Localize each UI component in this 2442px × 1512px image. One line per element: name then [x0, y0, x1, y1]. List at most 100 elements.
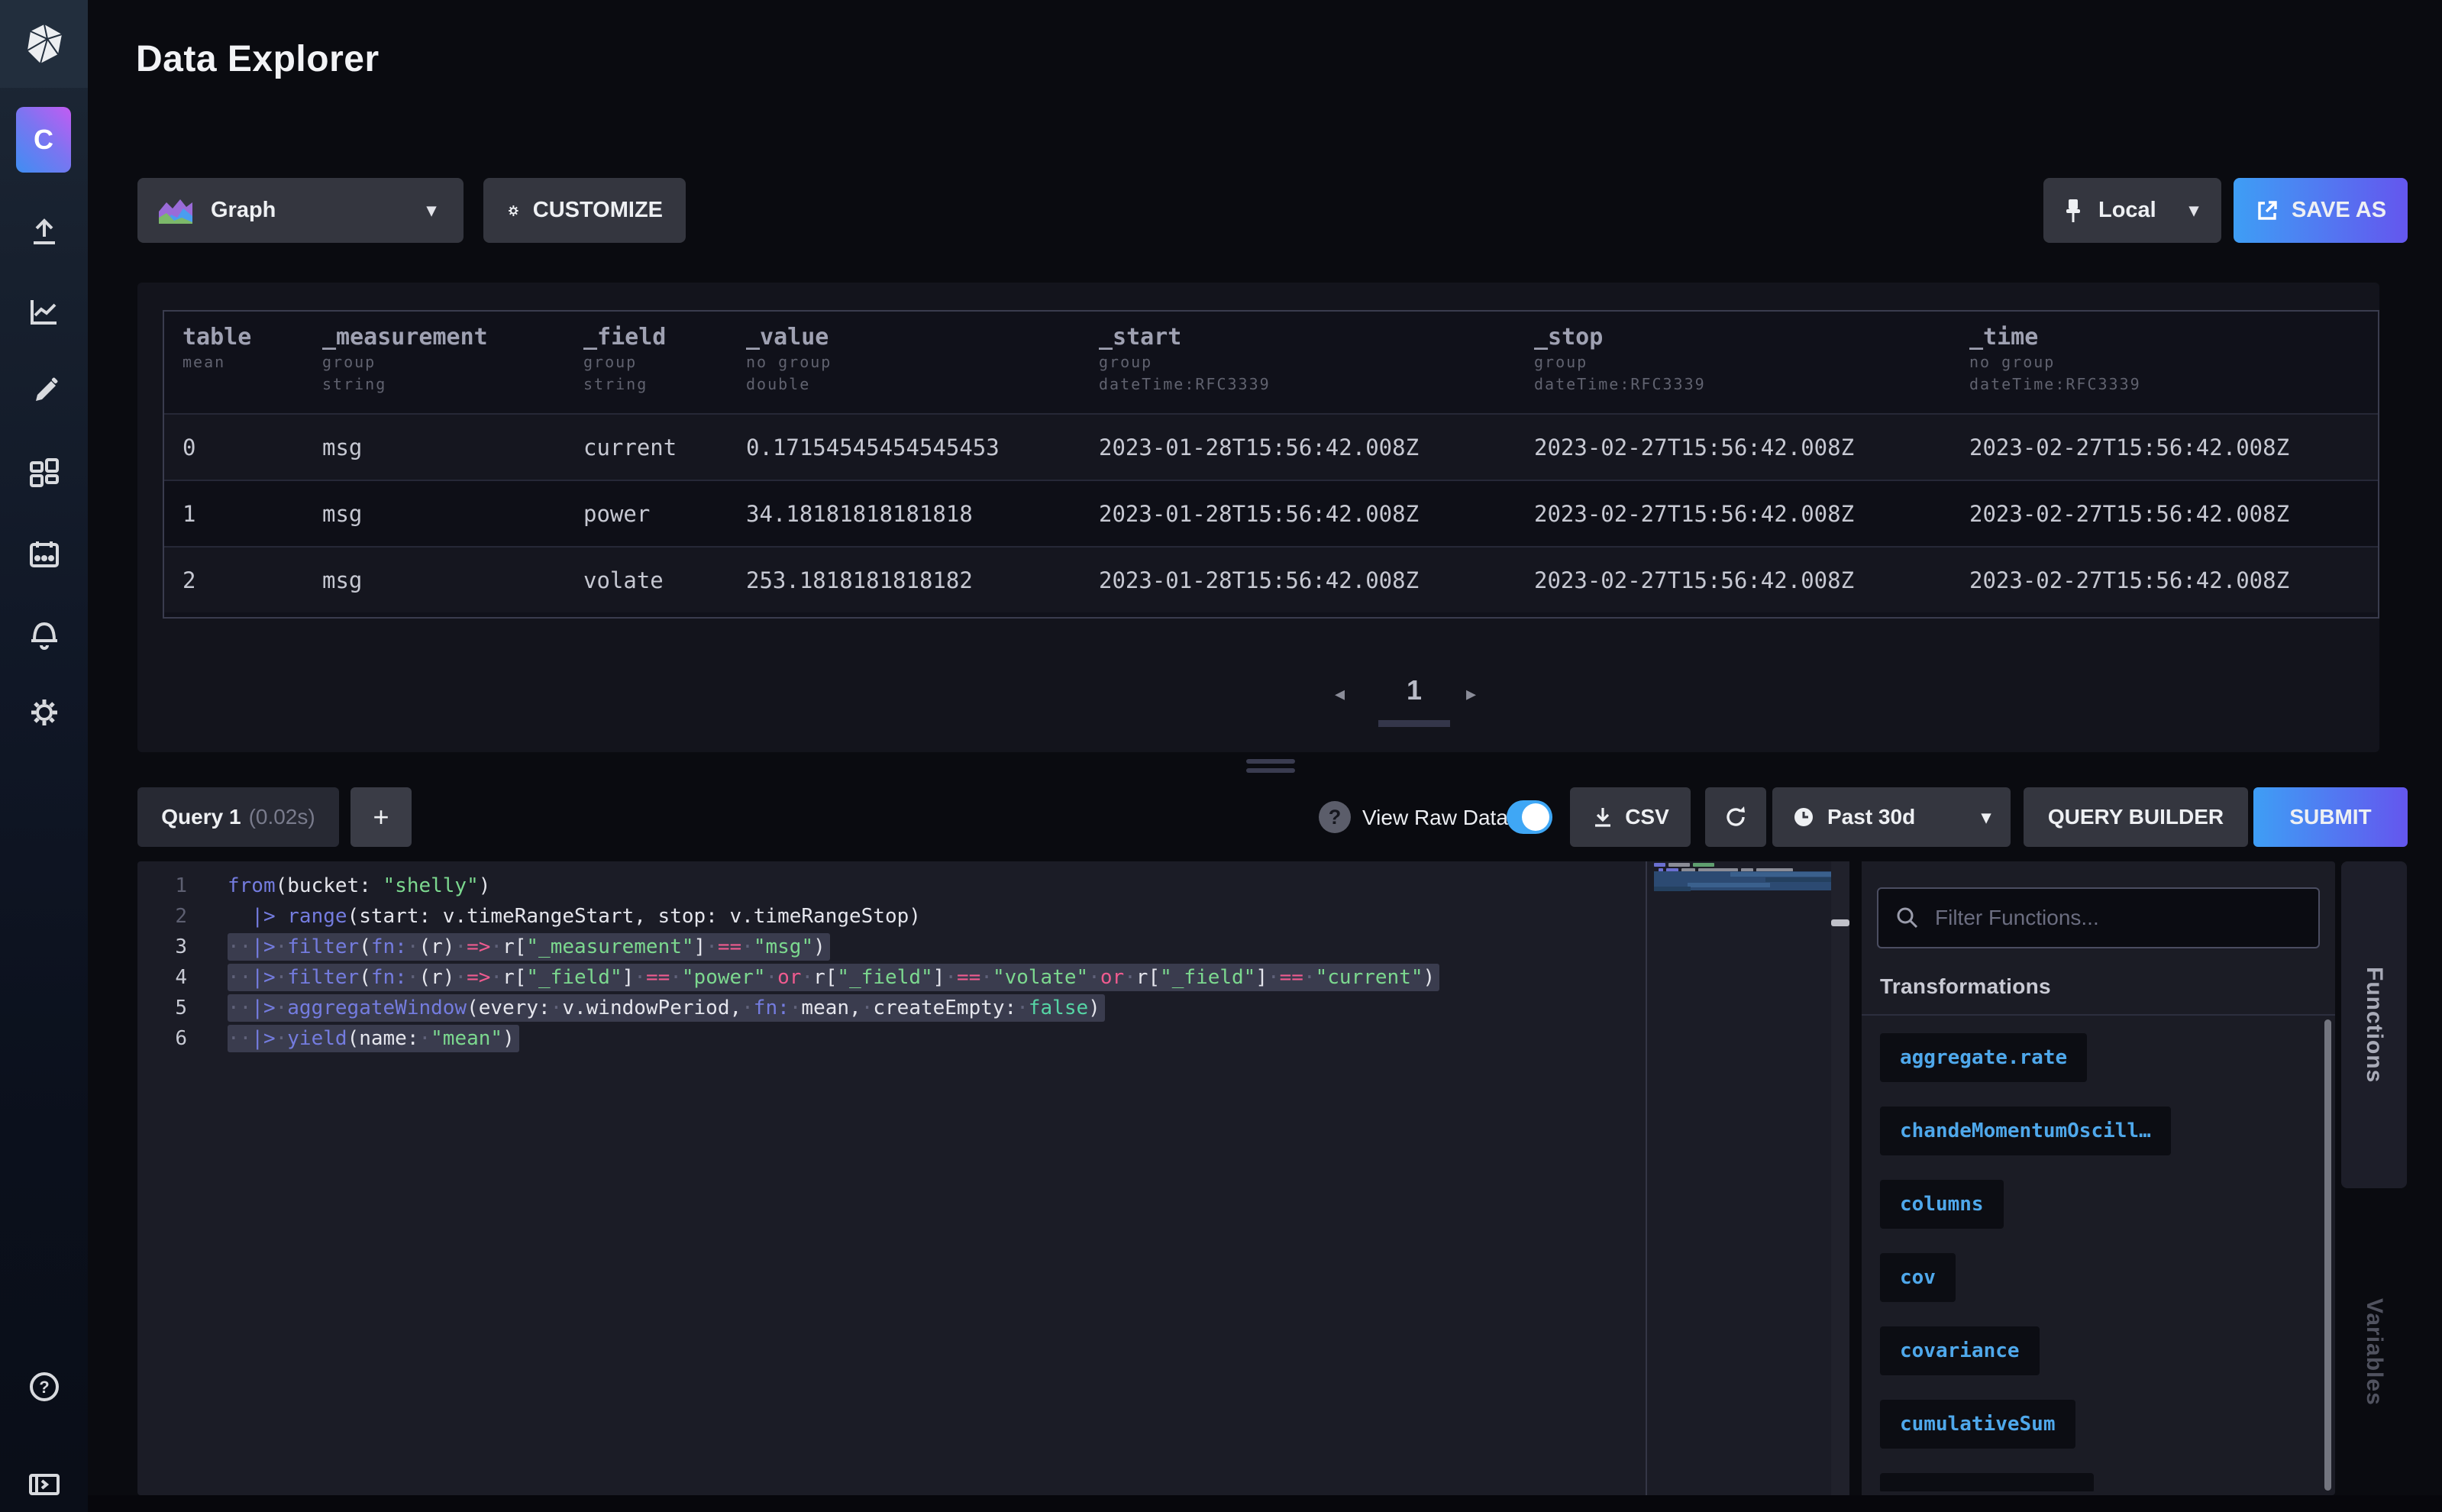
- table-column-header: _startgroupdateTime:RFC3339: [1099, 324, 1534, 413]
- sidebar-nav: C: [0, 0, 88, 1512]
- sidebar-item-console[interactable]: [0, 1460, 88, 1509]
- time-zone-dropdown[interactable]: Local ▾: [2043, 178, 2221, 243]
- table-cell: 253.1818181818182: [746, 567, 1099, 593]
- save-as-button[interactable]: SAVE AS: [2234, 178, 2408, 243]
- download-icon: [1591, 806, 1614, 829]
- graphs-icon: [27, 294, 62, 329]
- table-cell: 2023-02-27T15:56:42.008Z: [1534, 501, 1969, 527]
- visualization-type-dropdown[interactable]: Graph ▾: [137, 178, 464, 243]
- page-prev-button[interactable]: ◂: [1335, 682, 1345, 706]
- sidebar-item-tasks[interactable]: [0, 530, 88, 579]
- submit-button[interactable]: SUBMIT: [2253, 787, 2408, 847]
- function-chip[interactable]: aggregate.rate: [1880, 1033, 2087, 1082]
- refresh-button[interactable]: [1705, 787, 1766, 847]
- time-zone-label: Local: [2098, 198, 2156, 223]
- table-cell: 2023-02-27T15:56:42.008Z: [1534, 435, 1969, 460]
- table-column-header: _timeno groupdateTime:RFC3339: [1969, 324, 2378, 413]
- table-row: 1msgpower34.181818181818182023-01-28T15:…: [164, 480, 2378, 546]
- sidebar-item-data-explorer[interactable]: [0, 287, 88, 336]
- sidebar-item-settings[interactable]: [0, 688, 88, 737]
- function-chip-partial[interactable]: [1880, 1473, 2094, 1491]
- section-divider: [1862, 1014, 2335, 1016]
- editor-gutter: 123456: [141, 871, 187, 1054]
- query-tab-label: Query 1: [161, 805, 241, 829]
- panel-resize-handle[interactable]: [1246, 759, 1295, 764]
- table-row: 2msgvolate253.18181818181822023-01-28T15…: [164, 546, 2378, 612]
- table-column-header: _measurementgroupstring: [322, 324, 583, 413]
- tab-functions[interactable]: Functions: [2341, 861, 2407, 1188]
- table-cell: msg: [322, 435, 583, 460]
- export-icon: [2255, 199, 2279, 223]
- svg-text:?: ?: [39, 1378, 49, 1397]
- org-avatar[interactable]: C: [16, 107, 71, 173]
- page-number: 1: [1374, 674, 1454, 706]
- flux-code-editor[interactable]: 123456 from(bucket: "shelly") |> range(s…: [137, 861, 1831, 1495]
- table-cell: 2: [183, 567, 322, 593]
- view-raw-data-toggle[interactable]: [1507, 800, 1552, 834]
- function-chip[interactable]: covariance: [1880, 1326, 2040, 1375]
- code-line: |> range(start: v.timeRangeStart, stop: …: [228, 901, 1439, 932]
- download-csv-button[interactable]: CSV: [1570, 787, 1691, 847]
- functions-scrollbar[interactable]: [2324, 1019, 2331, 1491]
- panel-resize-handle[interactable]: [1246, 768, 1295, 773]
- function-chip[interactable]: chandeMomentumOscill…: [1880, 1107, 2171, 1155]
- visualization-type-label: Graph: [211, 198, 276, 223]
- table-pagination: ◂ 1 ▸: [137, 668, 2379, 737]
- function-chip[interactable]: cumulativeSum: [1880, 1400, 2075, 1449]
- functions-panel: Transformations aggregate.rate chandeMome…: [1862, 861, 2335, 1495]
- dashboards-icon: [27, 455, 62, 490]
- search-icon: [1895, 906, 1920, 930]
- table-cell: 2023-01-28T15:56:42.008Z: [1099, 435, 1534, 460]
- page-indicator-bar: [1378, 720, 1450, 727]
- table-column-header: tablemean: [183, 324, 322, 413]
- sidebar-item-notebooks[interactable]: [0, 368, 88, 417]
- table-body: 0msgcurrent0.171545454545454532023-01-28…: [164, 413, 2378, 612]
- table-cell: 2023-01-28T15:56:42.008Z: [1099, 501, 1534, 527]
- influxdb-logo[interactable]: [0, 0, 88, 88]
- area-chart-icon: [157, 196, 194, 225]
- code-line: from(bucket: "shelly"): [228, 871, 1439, 901]
- divider-drag-handle[interactable]: [1831, 919, 1849, 926]
- sidebar-item-upload[interactable]: [0, 207, 88, 256]
- add-query-button[interactable]: +: [350, 787, 412, 847]
- table-cell: 0.17154545454545453: [746, 435, 1099, 460]
- table-cell: current: [583, 435, 746, 460]
- filter-functions-searchbox[interactable]: [1877, 887, 2320, 948]
- tab-variables[interactable]: Variables: [2341, 1283, 2407, 1420]
- refresh-icon: [1723, 804, 1749, 830]
- query-builder-button[interactable]: QUERY BUILDER: [2024, 787, 2248, 847]
- table-header-row: tablemean_measurementgroupstring_fieldgr…: [164, 312, 2378, 413]
- page-next-button[interactable]: ▸: [1466, 682, 1476, 706]
- table-cell: 2023-01-28T15:56:42.008Z: [1099, 567, 1534, 593]
- view-raw-data-help-icon[interactable]: ?: [1319, 801, 1351, 833]
- upload-icon: [27, 214, 62, 249]
- view-raw-data-label: View Raw Data: [1362, 806, 1508, 830]
- query-tab[interactable]: Query 1 (0.02s): [137, 787, 339, 847]
- code-line: ··|>·aggregateWindow(every:·v.windowPeri…: [228, 993, 1439, 1023]
- customize-button[interactable]: CUSTOMIZE: [483, 178, 686, 243]
- code-line: ··|>·filter(fn:·(r)·=>·r["_field"]·==·"p…: [228, 962, 1439, 993]
- filter-functions-input[interactable]: [1935, 906, 2301, 930]
- time-range-dropdown[interactable]: Past 30d ▾: [1772, 787, 2011, 847]
- sidebar-item-dashboards[interactable]: [0, 448, 88, 497]
- time-range-label: Past 30d: [1827, 805, 1915, 829]
- pin-icon: [2063, 198, 2083, 224]
- functions-list: aggregate.rate chandeMomentumOscill… colum…: [1880, 1033, 2308, 1491]
- edit-icon: [27, 375, 62, 410]
- raw-data-table: tablemean_measurementgroupstring_fieldgr…: [163, 310, 2379, 619]
- table-cell: 1: [183, 501, 322, 527]
- editor-minimap[interactable]: [1654, 863, 1831, 898]
- table-cell: msg: [322, 501, 583, 527]
- editor-code: from(bucket: "shelly") |> range(start: v…: [228, 871, 1439, 1054]
- editor-panel-divider[interactable]: [1831, 861, 1849, 1495]
- table-cell: 0: [183, 435, 322, 460]
- function-chip[interactable]: cov: [1880, 1253, 1956, 1302]
- sidebar-item-help[interactable]: ?: [0, 1362, 88, 1411]
- sidebar-item-alerts[interactable]: [0, 609, 88, 658]
- page-bottom-strip: [88, 1495, 2442, 1512]
- save-as-label: SAVE AS: [2292, 198, 2386, 223]
- function-chip[interactable]: columns: [1880, 1180, 2004, 1229]
- raw-data-panel: tablemean_measurementgroupstring_fieldgr…: [137, 283, 2379, 752]
- transformations-section-label: Transformations: [1880, 974, 2051, 999]
- data-explorer-page: C: [0, 0, 2442, 1512]
